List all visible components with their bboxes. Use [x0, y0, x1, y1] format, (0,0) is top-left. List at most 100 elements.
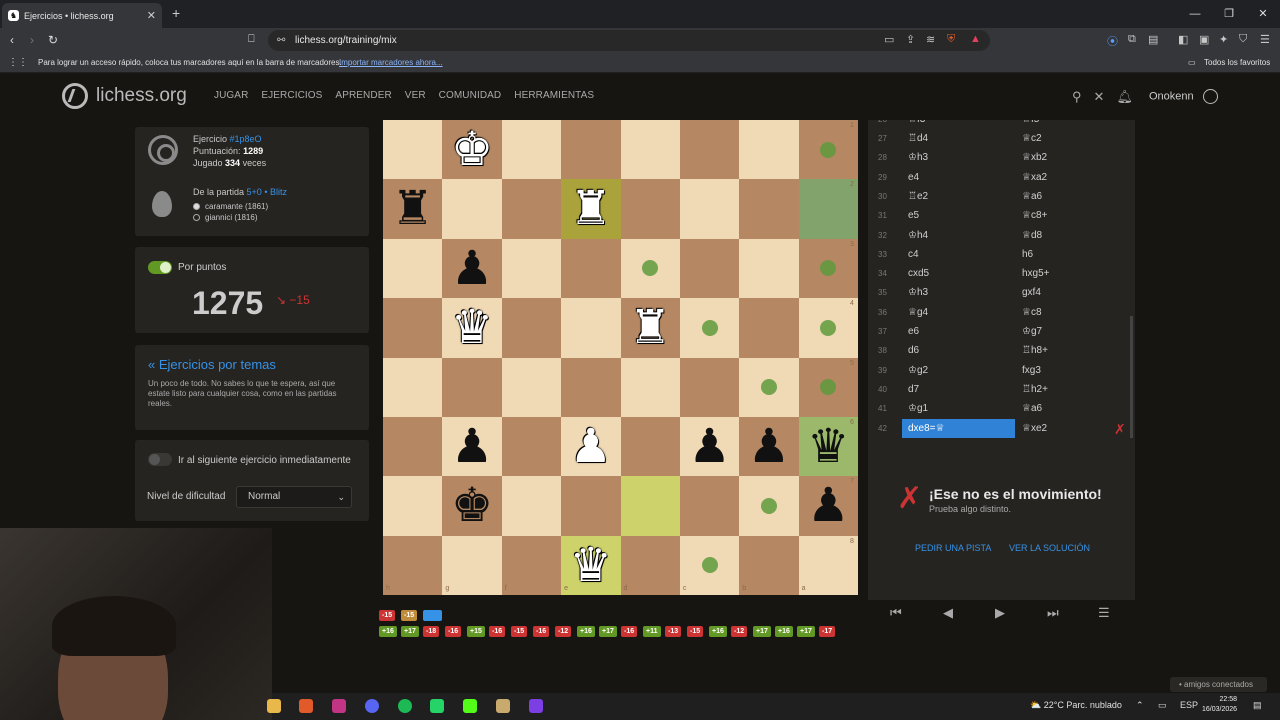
- move-white-selected[interactable]: dxe8=♕: [902, 418, 1015, 438]
- history-pill[interactable]: -18: [423, 626, 440, 637]
- board-square[interactable]: [501, 179, 562, 239]
- game-link[interactable]: 5+0 • Blitz: [247, 187, 287, 197]
- notifications-icon[interactable]: 🔔︎: [1116, 89, 1133, 105]
- rated-toggle[interactable]: [148, 261, 172, 274]
- move-white[interactable]: ♕g4: [908, 303, 928, 322]
- chess-board[interactable]: ♚ ♜ ♜ ♟ ♛ ♜ ♟ ♟ ♟ ♟ ♛ ♚ ♟ ♛ h g f e d c b a 1 2 3 4 5 6 7 8: [383, 120, 859, 596]
- board-square[interactable]: [620, 120, 680, 180]
- extensions-icon[interactable]: ⧉: [1128, 33, 1136, 46]
- board-square[interactable]: [561, 238, 621, 299]
- move-white[interactable]: d7: [908, 380, 919, 399]
- history-pill[interactable]: +16: [577, 626, 595, 637]
- nav-comunidad[interactable]: COMUNIDAD: [439, 90, 502, 101]
- minimize-icon[interactable]: —: [1178, 0, 1212, 28]
- close-tab-icon[interactable]: ✕: [147, 9, 156, 22]
- voice-icon[interactable]: ⦿: [1107, 33, 1118, 49]
- history-pill[interactable]: +11: [643, 626, 661, 637]
- board-square[interactable]: [383, 120, 443, 180]
- browser-tab[interactable]: ♞ Ejercicios • lichess.org ✕: [2, 3, 162, 28]
- address-bar[interactable]: ⚯ lichess.org/training/mix: [268, 30, 990, 51]
- move-white[interactable]: ♔h3: [908, 283, 928, 302]
- board-square[interactable]: [383, 416, 443, 477]
- white-pawn-piece[interactable]: ♟: [561, 417, 620, 476]
- board-square[interactable]: [501, 535, 562, 596]
- board-square[interactable]: [739, 238, 799, 299]
- close-window-icon[interactable]: ✕: [1246, 0, 1280, 28]
- brave-icon[interactable]: [299, 699, 313, 713]
- history-pill[interactable]: -12: [731, 626, 748, 637]
- prev-move-icon[interactable]: ◀: [943, 605, 953, 621]
- move-black[interactable]: ♕a6: [1022, 399, 1042, 418]
- move-black[interactable]: gxf4: [1022, 283, 1041, 302]
- move-black[interactable]: ♕f5: [1022, 120, 1039, 129]
- reload-icon[interactable]: ↻: [48, 33, 58, 47]
- move-white[interactable]: ♖d4: [908, 129, 928, 148]
- board-square[interactable]: [383, 357, 443, 417]
- history-pill[interactable]: +16: [709, 626, 727, 637]
- next-move-icon[interactable]: ▶: [995, 605, 1005, 621]
- white-queen-piece[interactable]: ♛: [442, 298, 501, 357]
- board-square[interactable]: [620, 416, 680, 477]
- board-square[interactable]: [501, 298, 562, 358]
- move-black[interactable]: ♕c2: [1022, 129, 1042, 148]
- move-black[interactable]: ♕c8+: [1022, 206, 1047, 225]
- move-white[interactable]: ♔g2: [908, 361, 928, 380]
- all-favorites[interactable]: Todos los favoritos: [1204, 53, 1270, 73]
- board-square[interactable]: [739, 535, 799, 596]
- board-square[interactable]: [679, 120, 740, 180]
- black-pawn-piece[interactable]: ♟: [442, 239, 501, 298]
- themes-link[interactable]: « Ejercicios por temas: [148, 357, 276, 372]
- move-list-scrollbar[interactable]: [1130, 316, 1133, 438]
- forward-icon[interactable]: ›: [30, 33, 34, 47]
- last-move-icon[interactable]: ⏭: [1047, 605, 1059, 621]
- history-pill[interactable]: -16: [533, 626, 550, 637]
- nav-jugar[interactable]: JUGAR: [214, 90, 248, 101]
- cast-icon[interactable]: ▭: [884, 33, 894, 46]
- board-square[interactable]: [383, 476, 443, 536]
- move-white[interactable]: ♔h4: [908, 226, 928, 245]
- puzzle-id-link[interactable]: #1p8eO: [230, 134, 262, 144]
- kick-icon[interactable]: [463, 699, 477, 713]
- board-square[interactable]: [561, 357, 621, 417]
- board-square[interactable]: [501, 416, 562, 477]
- explorer-icon[interactable]: [267, 699, 281, 713]
- move-destination-dot[interactable]: [820, 141, 837, 158]
- difficulty-select[interactable]: Normal ⌄: [236, 486, 352, 508]
- history-pill[interactable]: -15: [687, 626, 704, 637]
- history-pill[interactable]: +17: [401, 626, 419, 637]
- move-black[interactable]: ♕c8: [1022, 303, 1042, 322]
- move-destination-dot[interactable]: [760, 497, 777, 514]
- history-pill[interactable]: +16: [775, 626, 793, 637]
- history-pill[interactable]: -15: [379, 610, 396, 621]
- network-icon[interactable]: ▭: [1158, 700, 1167, 711]
- hint-button[interactable]: PEDIR UNA PISTA: [915, 543, 991, 553]
- reader-icon[interactable]: ▤: [1148, 33, 1158, 46]
- board-square[interactable]: [620, 535, 680, 596]
- move-black[interactable]: h6: [1022, 245, 1033, 264]
- board-square[interactable]: [501, 357, 562, 417]
- white-queen-piece[interactable]: ♛: [561, 536, 620, 595]
- site-info-icon[interactable]: ⚯: [277, 30, 285, 51]
- board-square[interactable]: [679, 179, 740, 239]
- board-square[interactable]: [561, 476, 621, 536]
- vpn-icon[interactable]: ⛉: [1239, 33, 1247, 46]
- bookmark-icon[interactable]: ⎕: [248, 33, 255, 46]
- history-pill[interactable]: -15: [511, 626, 528, 637]
- current-puzzle-pill[interactable]: [423, 610, 442, 621]
- board-square[interactable]: [383, 535, 443, 596]
- board-square[interactable]: [739, 120, 799, 180]
- solution-button[interactable]: VER LA SOLUCIÓN: [1009, 543, 1090, 553]
- move-black[interactable]: ♔g7: [1022, 322, 1042, 341]
- auto-next-toggle[interactable]: [148, 453, 172, 466]
- wallet-icon[interactable]: ▣: [1199, 33, 1209, 46]
- leo-icon[interactable]: ✦: [1219, 33, 1228, 46]
- tray-chevron-icon[interactable]: ⌃: [1136, 700, 1144, 711]
- restore-icon[interactable]: ❐: [1212, 0, 1246, 28]
- black-player[interactable]: giannici (1816): [193, 212, 257, 224]
- black-pawn-piece[interactable]: ♟: [442, 417, 501, 476]
- history-pill[interactable]: -12: [555, 626, 572, 637]
- move-white[interactable]: ♕f3: [908, 120, 925, 129]
- notification-center-icon[interactable]: ▤: [1253, 700, 1262, 711]
- move-black[interactable]: ♖h8+: [1022, 341, 1048, 360]
- move-white[interactable]: c4: [908, 245, 919, 264]
